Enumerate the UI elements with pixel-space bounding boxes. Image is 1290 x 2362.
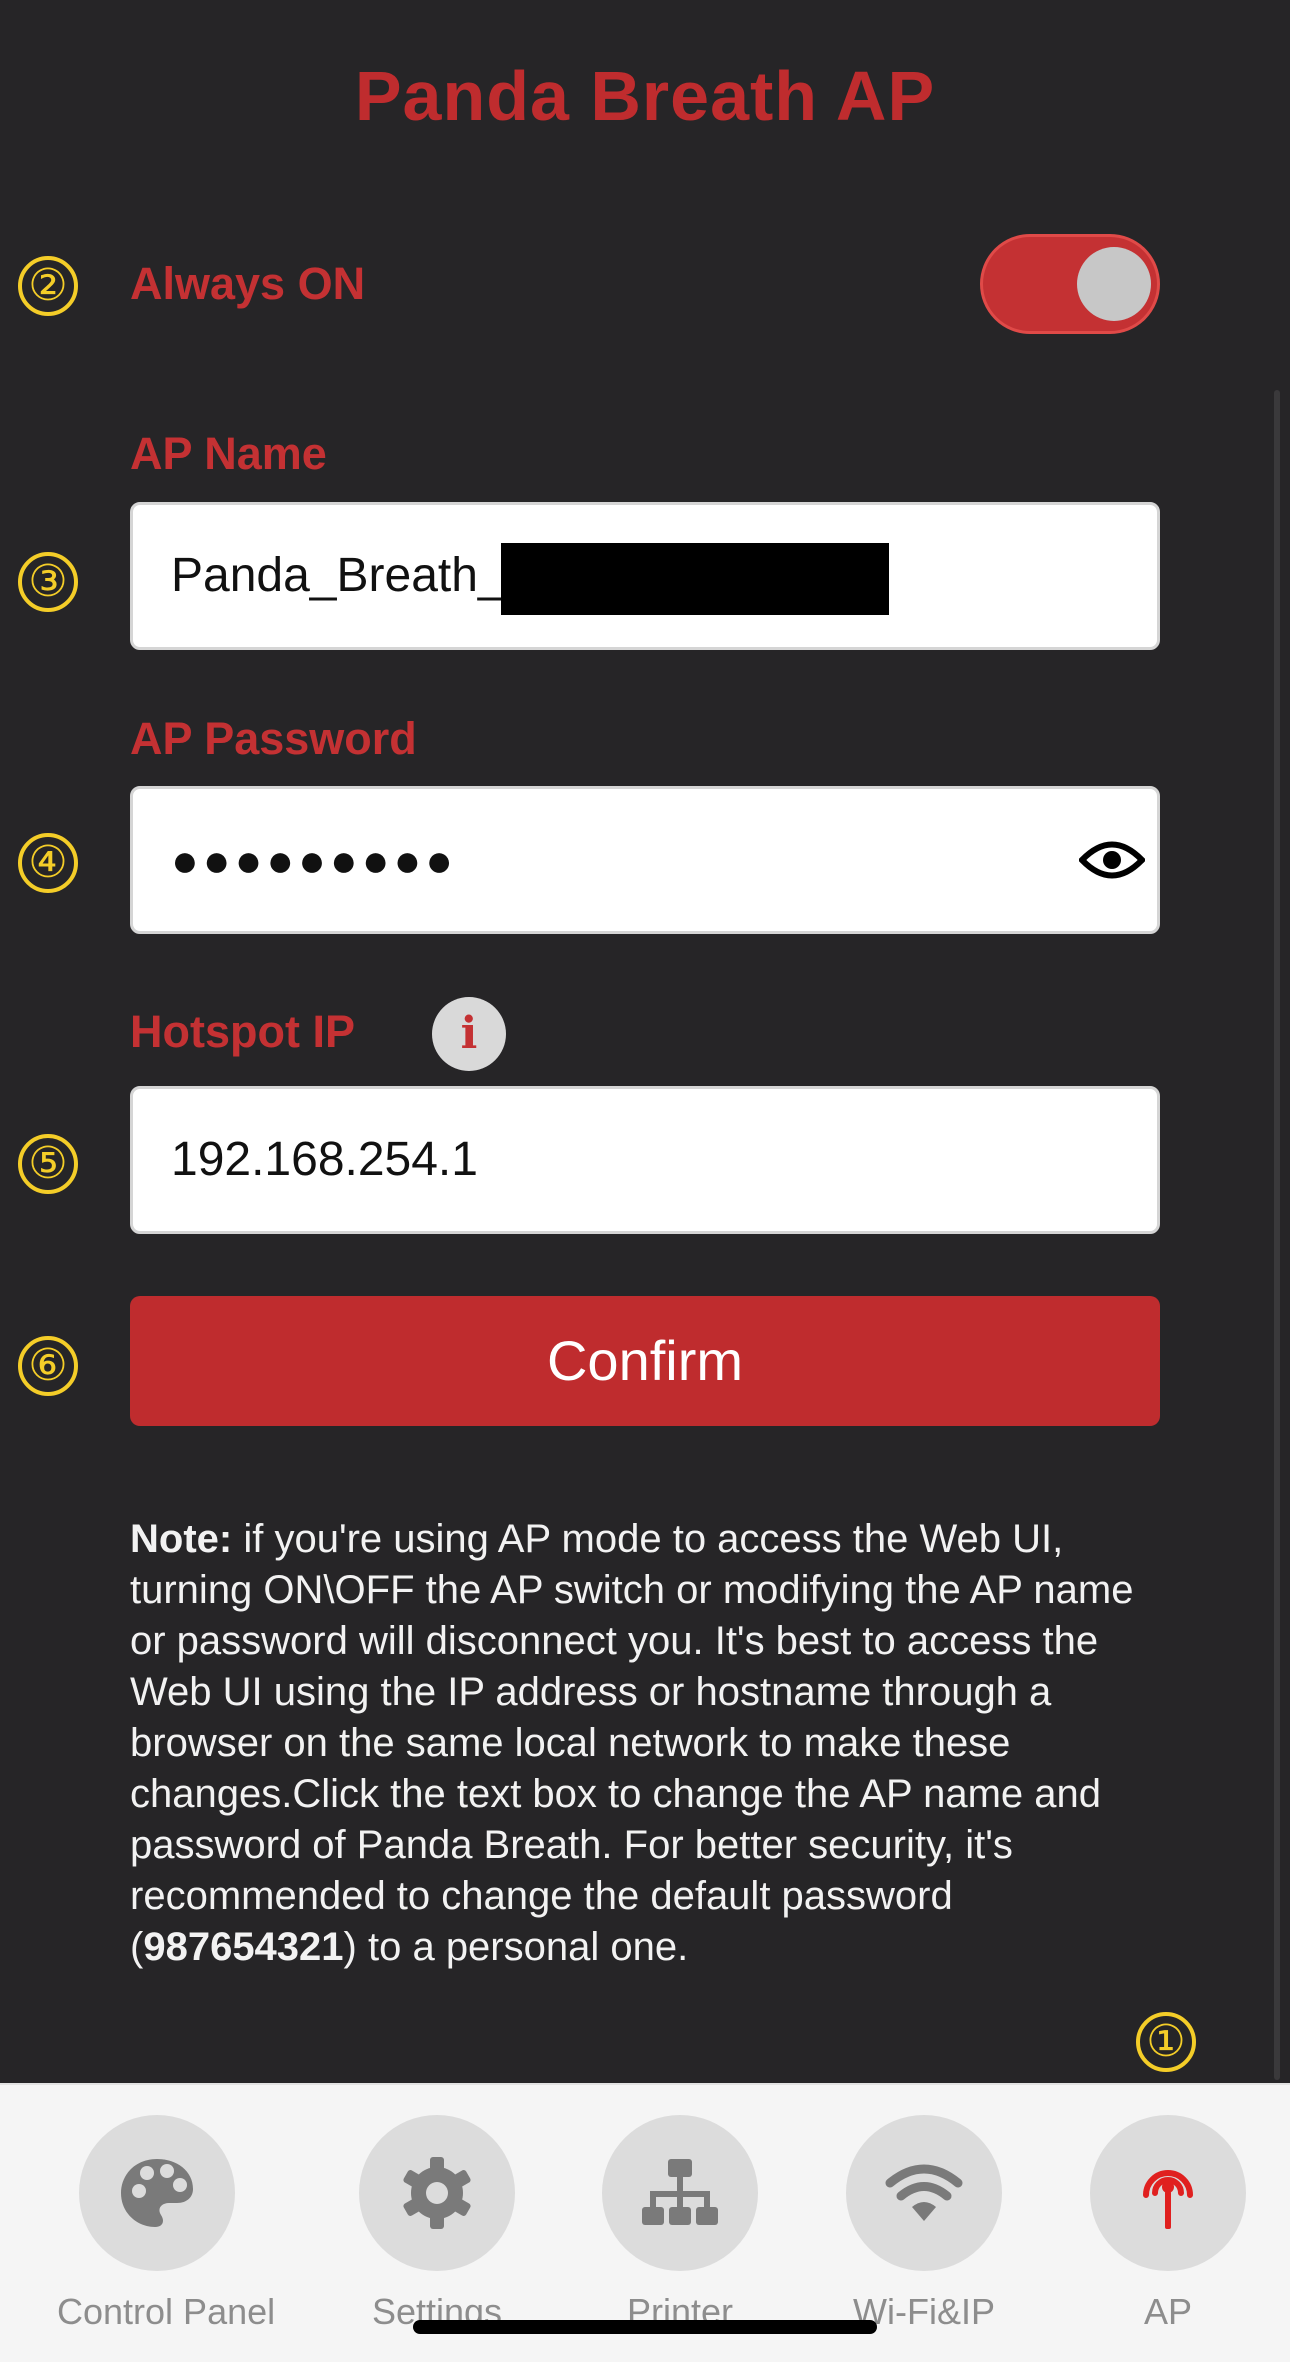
annotation-marker-2: ② xyxy=(18,256,78,316)
ap-name-label: AP Name xyxy=(130,428,327,479)
annotation-marker-4: ④ xyxy=(18,833,78,893)
tab-label: AP xyxy=(1143,2291,1193,2332)
ap-password-value: ●●●●●●●●● xyxy=(171,834,458,886)
annotation-marker-6: ⑥ xyxy=(18,1336,78,1396)
tab-wifi-ip[interactable]: Wi-Fi&IP xyxy=(824,2115,1024,2333)
network-icon xyxy=(642,2159,718,2225)
palette-icon xyxy=(121,2159,193,2227)
toggle-knob xyxy=(1077,247,1151,321)
scrollbar[interactable] xyxy=(1274,390,1280,2080)
annotation-marker-5: ⑤ xyxy=(18,1134,78,1194)
tab-label: Control Panel xyxy=(57,2291,276,2332)
eye-icon[interactable] xyxy=(1079,837,1145,883)
ap-password-field[interactable]: ●●●●●●●●● xyxy=(130,786,1160,934)
note-body-1: if you're using AP mode to access the We… xyxy=(130,1517,1134,1969)
default-password: 987654321 xyxy=(143,1925,344,1969)
always-on-label: Always ON xyxy=(130,258,366,309)
redaction-box xyxy=(501,543,889,615)
note-text: Note: if you're using AP mode to access … xyxy=(130,1514,1170,1973)
page-title: Panda Breath AP xyxy=(354,57,936,135)
hotspot-ip-value: 192.168.254.1 xyxy=(171,1133,478,1186)
ap-name-value: Panda_Breath_ xyxy=(171,549,505,602)
note-body-2: ) to a personal one. xyxy=(343,1925,689,1969)
ap-name-field[interactable]: Panda_Breath_ xyxy=(130,502,1160,650)
always-on-toggle[interactable] xyxy=(980,234,1160,334)
tab-settings[interactable]: Settings xyxy=(337,2115,537,2333)
tab-printer[interactable]: Printer xyxy=(580,2115,780,2333)
wifi-icon xyxy=(885,2164,963,2221)
hotspot-ip-label: Hotspot IP xyxy=(130,1006,355,1057)
ap-password-label: AP Password xyxy=(130,713,417,764)
gear-icon xyxy=(403,2157,471,2229)
home-indicator[interactable] xyxy=(413,2320,877,2334)
info-icon[interactable]: i xyxy=(432,997,506,1071)
note-prefix: Note: xyxy=(130,1517,233,1561)
annotation-marker-3: ③ xyxy=(18,552,78,612)
tab-ap[interactable]: AP xyxy=(1068,2115,1268,2333)
annotation-marker-1: ① xyxy=(1136,2012,1196,2072)
tab-control-panel[interactable]: Control Panel xyxy=(57,2115,276,2333)
broadcast-icon xyxy=(1143,2170,1193,2229)
hotspot-ip-field[interactable]: 192.168.254.1 xyxy=(130,1086,1160,1234)
confirm-button[interactable]: Confirm xyxy=(130,1296,1160,1426)
